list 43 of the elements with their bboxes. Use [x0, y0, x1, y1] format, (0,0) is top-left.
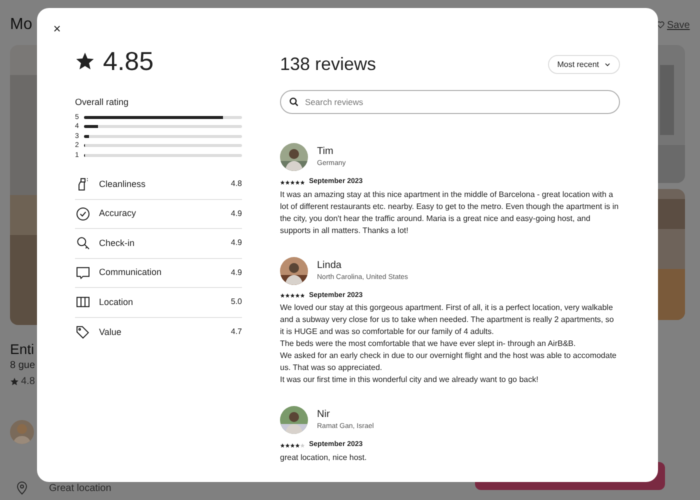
- overall-score: 4.85: [103, 48, 154, 74]
- category-name: Cleanliness: [99, 178, 147, 190]
- check-circle-icon: [75, 206, 91, 222]
- category-name: Location: [99, 296, 134, 308]
- review-text: It was an amazing stay at this nice apartment in the middle of Barcelona - great location with a lot of different restaurants etc. nearby. Easy to get to the metro. Even though the apartment is in the city, you don't hear the traffic around. Maria is a great nice and easy-going host, and supports in all matters. Thanks a lot!: [280, 188, 620, 236]
- listing-rating: 4.8: [21, 375, 35, 389]
- reviewer-name: Linda: [317, 258, 342, 273]
- category-score: 4.9: [230, 266, 242, 279]
- reviewer-name: Tim: [317, 145, 334, 160]
- speech-bubble-icon: [75, 264, 91, 281]
- search-field[interactable]: Search reviews: [280, 90, 620, 114]
- save-link[interactable]: Save: [667, 18, 690, 33]
- page-title: Mo: [10, 15, 32, 35]
- review-text: great location, nice host.: [280, 452, 368, 464]
- review-text: It was our first time in this wonderful city and we already want to go back!: [280, 374, 540, 386]
- search-icon: [289, 97, 299, 107]
- category-score: 4.7: [230, 326, 242, 338]
- category-score: 4.9: [230, 208, 242, 220]
- category-name: Value: [99, 326, 122, 338]
- listing-title: Enti: [10, 340, 34, 359]
- star-icon: [75, 51, 95, 71]
- chevron-down-icon: [604, 61, 611, 68]
- category-score: 5.0: [230, 296, 242, 308]
- location-pin-icon: [16, 481, 28, 495]
- category-name: Communication: [99, 266, 163, 279]
- heart-icon: [656, 20, 665, 29]
- listing-subtitle: 8 gue: [10, 359, 36, 373]
- sort-dropdown[interactable]: Most recent: [548, 55, 620, 74]
- star-icon: [10, 377, 19, 386]
- close-button[interactable]: ×: [49, 20, 65, 36]
- category-name: Check-in: [99, 236, 136, 250]
- review-text: The beds were the most comfortable that we have ever slept in- through an AirB&B.: [280, 338, 577, 350]
- key-icon: [75, 235, 91, 252]
- review-text: We asked for an early check in due to our overnight flight and the host was able to accomodate us. That was so appreciated.: [280, 350, 618, 374]
- category-score: 4.9: [230, 237, 242, 250]
- category-name: Accuracy: [99, 207, 138, 220]
- tag-icon: [75, 324, 91, 340]
- overall-rating-label: Overall rating: [75, 96, 130, 109]
- reviewer-name: Nir: [317, 408, 331, 422]
- highlight-title: Great location: [49, 482, 112, 496]
- category-score: 4.8: [230, 178, 242, 190]
- review-text: We loved our stay at this gorgeous apartment. First of all, it is a perfect location, very walkable and a subway very close for us to take when needed. The apartment is really 2 apartments, so it is HUGE and was so comfortable for our family of 4 adults.: [280, 302, 615, 338]
- reviews-count-title: 138 reviews: [280, 53, 376, 76]
